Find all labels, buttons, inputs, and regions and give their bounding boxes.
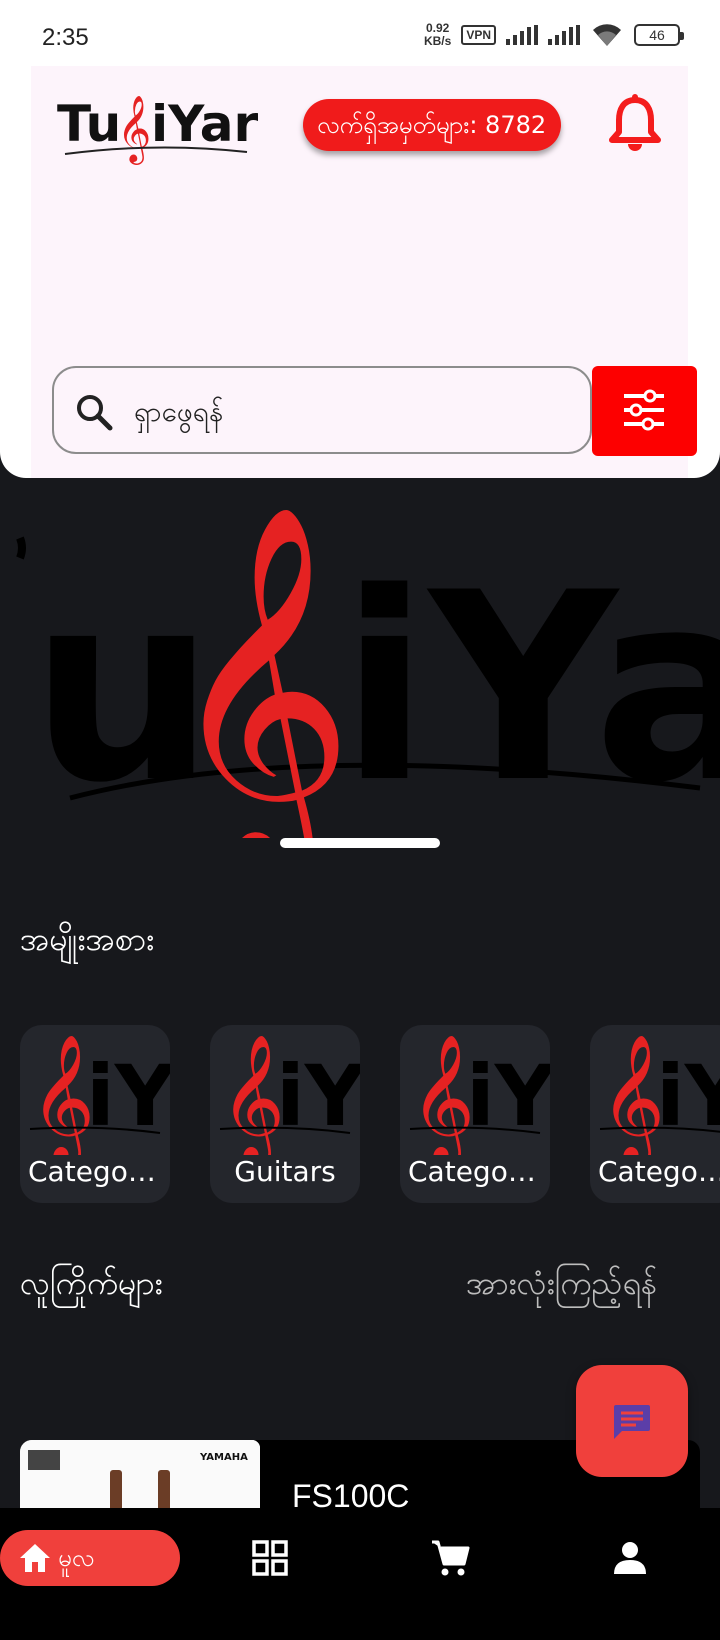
category-image: 𝄞 iY: [409, 1033, 550, 1155]
category-image: 𝄞 iY: [29, 1033, 170, 1155]
cart-icon[interactable]: [430, 1538, 470, 1578]
category-card[interactable]: 𝄞 iY Categor...: [590, 1025, 720, 1203]
category-card[interactable]: 𝄞 iY Guitars: [210, 1025, 360, 1203]
category-label: Categor...: [408, 1155, 542, 1188]
category-label: Categor...: [28, 1155, 162, 1188]
svg-text:iYar: iYar: [151, 95, 258, 153]
network-speed-unit: KB/s: [423, 34, 452, 48]
filter-button[interactable]: [592, 366, 697, 456]
status-bar: 2:35 0.92 KB/s VPN 46: [0, 0, 720, 70]
svg-text:𝄞: 𝄞: [117, 94, 151, 165]
battery-icon: 46: [634, 24, 684, 46]
search-icon: [77, 395, 113, 431]
grid-icon[interactable]: [250, 1538, 290, 1578]
recommended-title: လူကြိုက်များ: [20, 1264, 163, 1302]
wifi-icon: [593, 24, 621, 46]
status-icons: 0.92 KB/s VPN 46: [424, 22, 684, 48]
category-image: 𝄞 iY: [219, 1033, 360, 1155]
sliders-icon: [624, 389, 664, 431]
chat-icon: [614, 1405, 650, 1439]
carousel-indicator: [280, 838, 440, 848]
chat-button[interactable]: [576, 1365, 688, 1477]
signal-icon: [506, 25, 538, 45]
signal-icon-2: [548, 25, 580, 45]
home-icon: [20, 1544, 50, 1572]
search-box[interactable]: [52, 366, 592, 454]
nav-home-label: မူလ: [58, 1544, 95, 1572]
category-label: Categor...: [598, 1155, 720, 1188]
svg-text:Tu: Tu: [57, 95, 121, 153]
product-brand: YAMAHA: [199, 1452, 248, 1463]
status-time: 2:35: [42, 24, 89, 51]
category-label: Guitars: [234, 1155, 336, 1188]
categories-title: အမျိုးအစား: [20, 920, 155, 958]
see-all-link[interactable]: အားလုံးကြည့်ရန်: [466, 1262, 657, 1310]
vpn-icon: VPN: [461, 25, 496, 45]
bell-icon[interactable]: [607, 94, 663, 154]
search-input[interactable]: [134, 388, 574, 434]
nav-home[interactable]: မူလ: [0, 1530, 180, 1586]
profile-icon[interactable]: [610, 1538, 650, 1578]
category-list[interactable]: 𝄞 iY Categor... 𝄞 iY Guitars 𝄞 iY Catego…: [20, 1025, 720, 1205]
svg-text:𝄞: 𝄞: [165, 502, 354, 838]
points-badge[interactable]: လက်ရှိအမှတ်များ: 8782: [303, 99, 561, 151]
category-card[interactable]: 𝄞 iY Categor...: [400, 1025, 550, 1203]
svg-text:iYa: iYa: [340, 538, 720, 838]
app-logo: Tu iYar 𝄞: [57, 94, 258, 165]
category-card[interactable]: 𝄞 iY Categor...: [20, 1025, 170, 1203]
header-card: Tu iYar 𝄞 လက်ရှိအမှတ်များ: 8782: [0, 66, 720, 478]
banner-logo-image: u iYa 𝄞: [16, 502, 720, 838]
category-image: 𝄞 iY: [599, 1033, 720, 1155]
network-speed: 0.92 KB/s: [424, 22, 451, 48]
promo-banner[interactable]: u iYa 𝄞: [0, 478, 720, 838]
bottom-navigation: မူလ: [0, 1508, 720, 1640]
header-content: Tu iYar 𝄞 လက်ရှိအမှတ်များ: 8782: [31, 66, 697, 478]
